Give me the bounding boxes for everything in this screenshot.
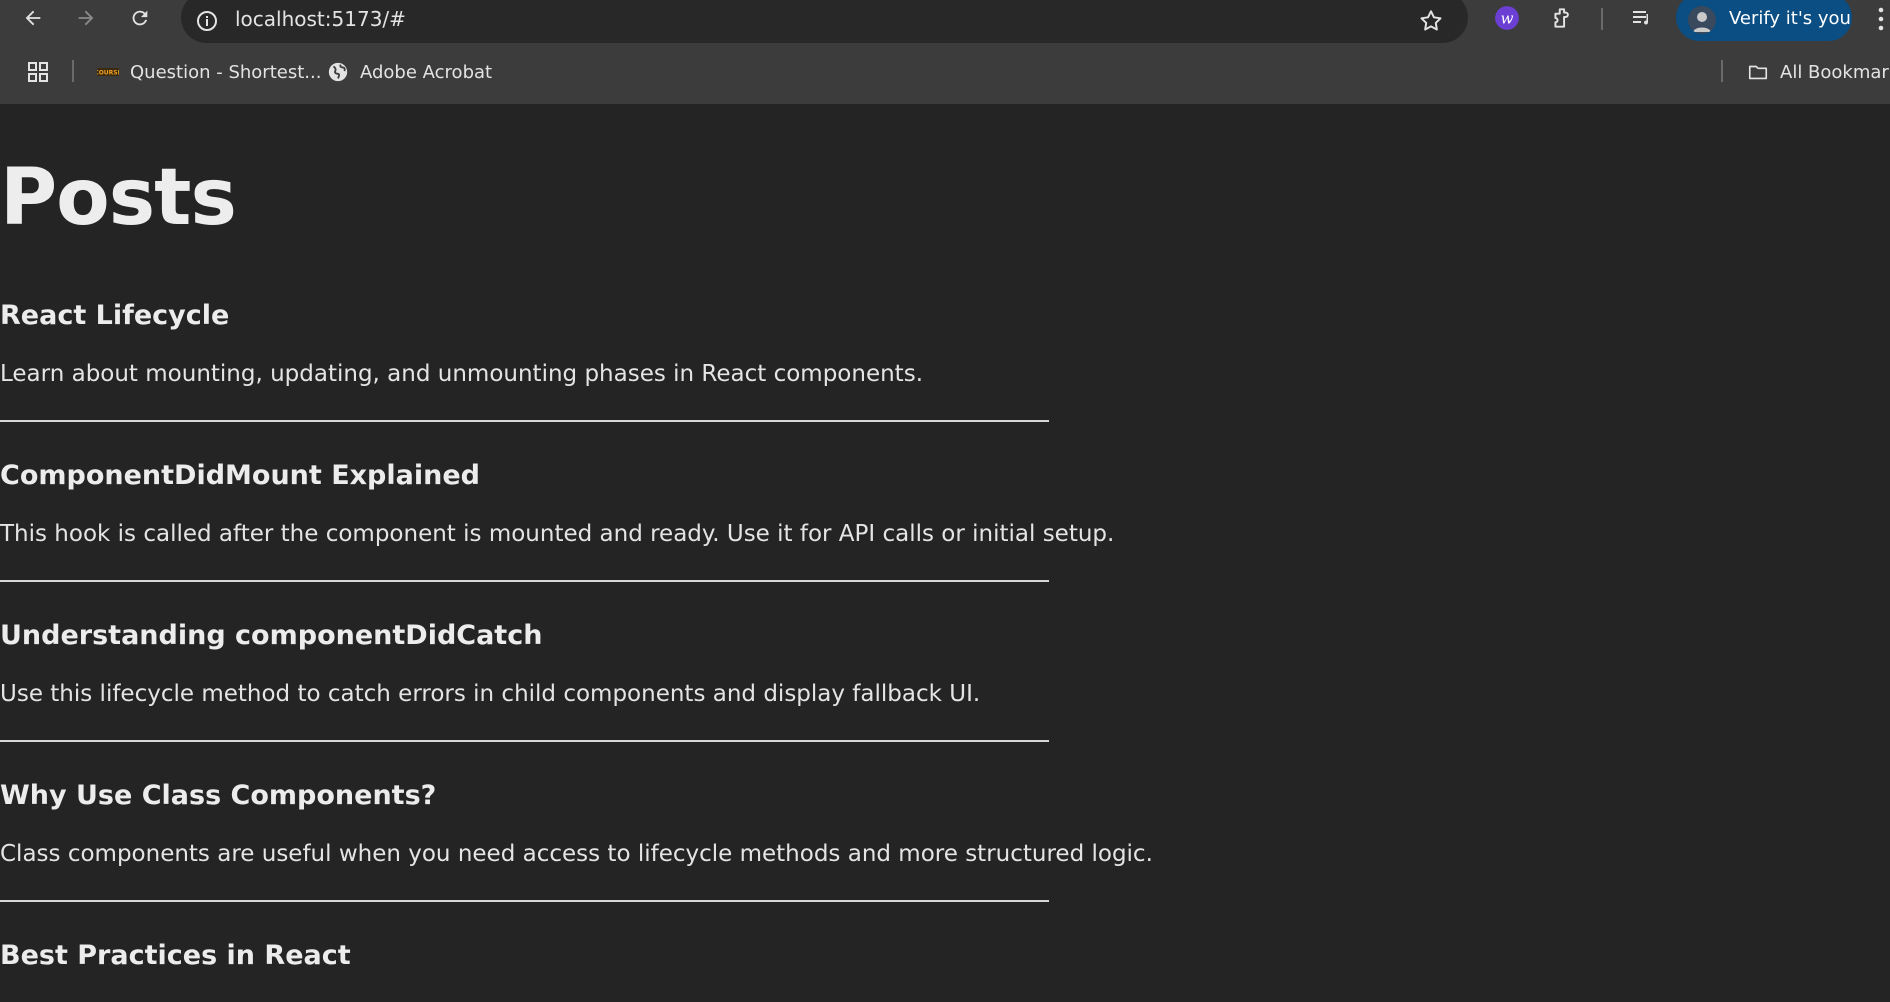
post-body: Use this lifecycle method to catch error… xyxy=(0,681,981,707)
bookmarks-bar: COURSE Question - Shortest... Adobe Acro… xyxy=(0,52,1890,92)
post-body: Class components are useful when you nee… xyxy=(0,841,1153,867)
bookmark-label: Question - Shortest... xyxy=(130,61,322,83)
bookmark-star-icon[interactable] xyxy=(1418,8,1444,34)
all-bookmarks-label: All Bookmarks xyxy=(1780,61,1890,83)
post-item: ComponentDidMount Explained This hook is… xyxy=(0,460,1115,582)
verify-profile-button[interactable]: Verify it's you xyxy=(1676,0,1852,41)
browser-toolbar: localhost:5173/# w Verify it's you xyxy=(0,0,1890,43)
post-title: Best Practices in React xyxy=(0,940,351,971)
post-item: Best Practices in React xyxy=(0,942,1049,969)
address-bar[interactable]: localhost:5173/# xyxy=(181,0,1468,43)
arrow-right-icon xyxy=(78,10,94,26)
svg-text:w: w xyxy=(1501,9,1514,27)
all-bookmarks-button[interactable]: All Bookmarks xyxy=(1747,60,1890,84)
bookmarks-divider xyxy=(1721,60,1723,82)
bookmark-label: Adobe Acrobat xyxy=(360,61,493,83)
arrow-left-icon xyxy=(25,10,41,26)
post-body: This hook is called after the component … xyxy=(0,521,1115,547)
toolbar-divider xyxy=(1601,8,1603,30)
reload-icon xyxy=(132,10,148,26)
post-divider xyxy=(0,420,1049,422)
reading-list-icon[interactable] xyxy=(1628,4,1656,32)
post-item: Understanding componentDidCatch Use this… xyxy=(0,620,1049,742)
globe-icon xyxy=(327,61,349,83)
svg-text:COURSE: COURSE xyxy=(97,70,119,77)
browser-chrome: localhost:5173/# w Verify it's you OURS … xyxy=(0,0,1890,104)
bookmark-adobe-acrobat[interactable]: Adobe Acrobat xyxy=(327,60,492,84)
extensions-puzzle-icon[interactable] xyxy=(1549,4,1577,32)
post-divider xyxy=(0,900,1049,902)
more-menu-icon[interactable] xyxy=(1876,6,1886,32)
post-title: Why Use Class Components? xyxy=(0,780,437,811)
url-text[interactable]: localhost:5173/# xyxy=(235,7,406,31)
page-content: Posts React Lifecycle Learn about mounti… xyxy=(0,104,1890,1002)
post-body: Learn about mounting, updating, and unmo… xyxy=(0,361,923,387)
coursera-icon: COURSE xyxy=(97,61,119,83)
post-title: React Lifecycle xyxy=(0,300,230,331)
info-icon[interactable] xyxy=(195,9,219,33)
bookmarks-divider xyxy=(72,60,74,82)
page-title: Posts xyxy=(0,153,237,243)
avatar xyxy=(1688,6,1716,34)
apps-grid-icon xyxy=(28,62,48,82)
post-item: React Lifecycle Learn about mounting, up… xyxy=(0,300,1049,422)
bookmark-question[interactable]: COURSE Question - Shortest... xyxy=(97,60,321,84)
extension-w-icon[interactable]: w xyxy=(1493,4,1521,32)
verify-label: Verify it's you xyxy=(1729,8,1851,29)
reload-button[interactable] xyxy=(126,4,154,32)
post-divider xyxy=(0,580,1049,582)
post-item: Why Use Class Components? Class componen… xyxy=(0,780,1153,902)
apps-button[interactable] xyxy=(26,60,50,84)
post-title: Understanding componentDidCatch xyxy=(0,620,543,651)
post-divider xyxy=(0,740,1049,742)
folder-icon xyxy=(1747,61,1769,83)
forward-button[interactable] xyxy=(72,4,100,32)
back-button[interactable] xyxy=(19,4,47,32)
post-title: ComponentDidMount Explained xyxy=(0,460,480,491)
